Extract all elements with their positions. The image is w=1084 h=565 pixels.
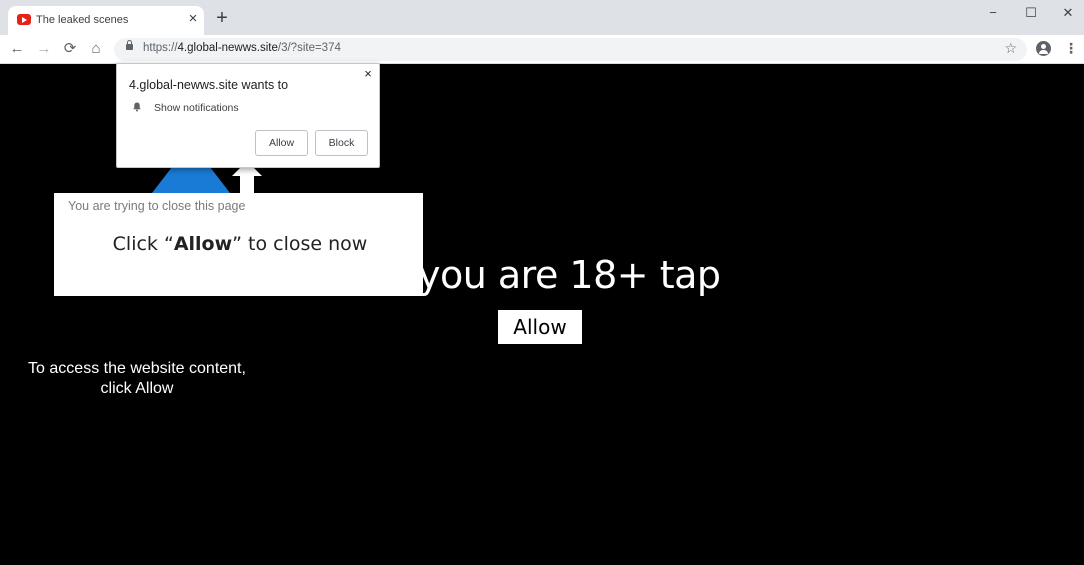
reload-button[interactable]: ⟳ (60, 39, 80, 59)
prompt-allow-button[interactable]: Allow (255, 130, 308, 156)
page-allow-button[interactable]: Allow (498, 310, 582, 344)
tab-title: The leaked scenes (36, 14, 129, 26)
prompt-close-button[interactable]: × (361, 67, 375, 81)
arrow-up-blue-icon (152, 167, 230, 193)
minimize-button[interactable]: − (983, 4, 1003, 22)
url-host: 4.global-newws.site (177, 42, 278, 54)
browser-menu-icon[interactable]: ⋮ (1064, 40, 1078, 56)
arrow-up-white-icon (232, 168, 262, 194)
page-headline: you are 18+ tap (418, 253, 721, 297)
new-tab-button[interactable]: + (213, 8, 231, 28)
url-text: https://4.global-newws.site/3/?site=374 (143, 42, 341, 54)
browser-toolbar: ← → ⟳ ⌂ https://4.global-newws.site/3/?s… (0, 35, 1084, 64)
tab-close-button[interactable]: × (185, 11, 201, 27)
youtube-icon (17, 14, 31, 25)
forward-button[interactable]: → (34, 39, 54, 59)
bookmark-star-icon[interactable]: ☆ (1004, 40, 1017, 57)
instruction-suffix: ” to close now (232, 233, 368, 255)
lock-icon (126, 40, 133, 50)
prompt-title: 4.global-newws.site wants to (129, 78, 289, 92)
account-icon[interactable] (1036, 41, 1051, 56)
bell-icon (133, 102, 141, 112)
tab-active[interactable]: The leaked scenes × (8, 6, 204, 35)
url-scheme: https:// (143, 42, 178, 54)
notification-permission-prompt: 4.global-newws.site wants to × Show noti… (116, 63, 380, 168)
home-button[interactable]: ⌂ (86, 39, 106, 59)
close-warning-card: You are trying to close this page Click … (54, 193, 423, 296)
close-warning-text: You are trying to close this page (68, 199, 246, 213)
permission-label: Show notifications (154, 102, 239, 114)
window-close-button[interactable]: ✕ (1058, 4, 1078, 22)
url-path: /3/?site=374 (277, 42, 341, 54)
tab-strip: The leaked scenes × + − ☐ ✕ (0, 0, 1084, 35)
instruction-prefix: Click “ (112, 233, 174, 255)
close-instruction: Click “Allow” to close now (54, 233, 426, 255)
instruction-bold: Allow (173, 233, 233, 255)
maximize-button[interactable]: ☐ (1021, 4, 1041, 22)
back-button[interactable]: ← (7, 39, 27, 59)
access-instruction: To access the website content, click All… (22, 359, 252, 399)
address-bar[interactable]: https://4.global-newws.site/3/?site=374 … (114, 38, 1027, 61)
access-line-1: To access the website content, (28, 360, 246, 377)
access-line-2: click Allow (100, 380, 174, 397)
prompt-block-button[interactable]: Block (315, 130, 368, 156)
